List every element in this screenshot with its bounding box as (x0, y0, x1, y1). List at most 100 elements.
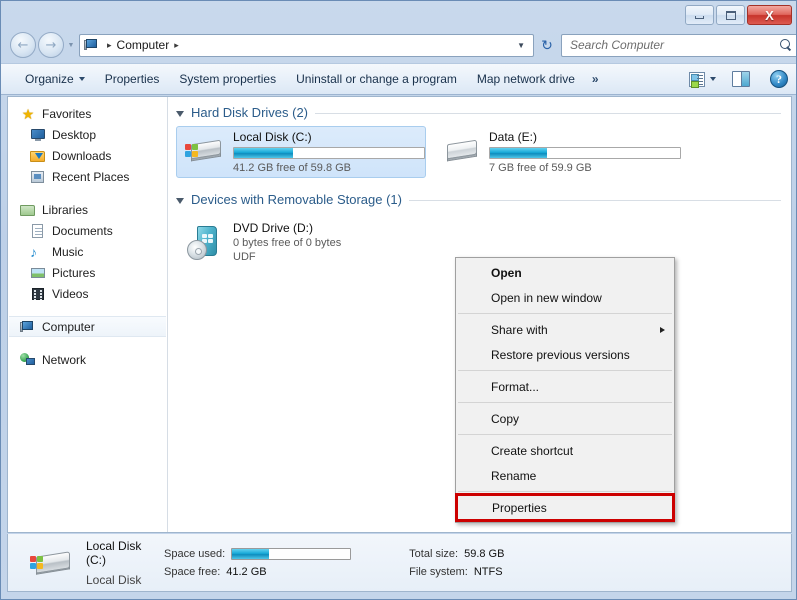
context-menu-item-restore-previous-versions[interactable]: Restore previous versions (456, 342, 674, 367)
map-network-drive-button[interactable]: Map network drive (467, 67, 585, 91)
context-menu-item-create-shortcut[interactable]: Create shortcut (456, 438, 674, 463)
breadcrumb-separator-icon-2[interactable]: ▸ (174, 40, 179, 51)
hard-drive-icon (183, 132, 225, 172)
dvd-filesystem: UDF (233, 251, 419, 263)
star-icon: ★ (20, 106, 36, 122)
details-file-system-value: NTFS (474, 566, 503, 578)
drive-tile-local-disk-c[interactable]: Local Disk (C:) 41.2 GB free of 59.8 GB (176, 126, 426, 178)
address-bar[interactable]: ▸ Computer ▸ ▼ (79, 34, 534, 57)
context-menu[interactable]: Open Open in new window Share with Resto… (455, 257, 675, 523)
back-arrow-icon: ← (18, 39, 29, 52)
sidebar-item-recent-places[interactable]: Recent Places (8, 166, 167, 187)
hard-drive-icon (439, 132, 481, 172)
drive-free-text-c: 41.2 GB free of 59.8 GB (233, 162, 419, 174)
sidebar-item-network[interactable]: Network (8, 349, 167, 370)
address-dropdown-icon[interactable]: ▼ (517, 41, 525, 50)
details-total-size-row: Total size: 59.8 GB (409, 548, 504, 560)
context-menu-item-rename[interactable]: Rename (456, 463, 674, 488)
details-name-column: Local Disk (C:) Local Disk (86, 539, 156, 587)
refresh-button[interactable]: ↻ (535, 34, 559, 57)
group-divider (409, 200, 781, 201)
details-total-size-label: Total size: (409, 548, 458, 560)
uninstall-program-button[interactable]: Uninstall or change a program (286, 67, 467, 91)
details-capacity-fill (232, 549, 269, 559)
context-menu-item-open[interactable]: Open (456, 260, 674, 285)
properties-button[interactable]: Properties (95, 67, 170, 91)
drive-tile-data-e[interactable]: Data (E:) 7 GB free of 59.9 GB (432, 126, 682, 178)
context-menu-separator (458, 402, 672, 403)
sidebar-item-videos[interactable]: Videos (8, 283, 167, 304)
sidebar-item-favorites[interactable]: ★ Favorites (8, 103, 167, 124)
context-menu-label-open-in-new-window: Open in new window (491, 291, 602, 305)
sidebar-item-pictures[interactable]: Pictures (8, 262, 167, 283)
breadcrumb-computer[interactable]: Computer (117, 38, 170, 52)
maximize-button[interactable] (716, 5, 745, 25)
context-menu-label-rename: Rename (491, 469, 536, 483)
drive-tile-dvd-d[interactable]: DVD Drive (D:) 0 bytes free of 0 bytes U… (176, 213, 426, 271)
recent-pages-button[interactable]: ▼ (64, 32, 78, 58)
minimize-icon (695, 16, 704, 19)
sidebar-label-computer: Computer (42, 320, 95, 334)
details-columns: Local Disk (C:) Local Disk Space used: S… (86, 539, 504, 587)
drive-name-c: Local Disk (C:) (233, 130, 419, 144)
context-menu-item-copy[interactable]: Copy (456, 406, 674, 431)
group-divider (315, 113, 781, 114)
sidebar-gap-1 (8, 187, 167, 199)
sidebar-item-desktop[interactable]: Desktop (8, 124, 167, 145)
details-drive-name: Local Disk (C:) (86, 539, 156, 567)
dvd-name: DVD Drive (D:) (233, 221, 419, 235)
sidebar-item-computer[interactable]: Computer (9, 316, 166, 337)
file-list-pane[interactable]: Hard Disk Drives (2) Local Disk (C:) (168, 97, 791, 532)
sidebar-item-documents[interactable]: Documents (8, 220, 167, 241)
context-menu-item-properties[interactable]: Properties (457, 495, 673, 520)
videos-icon (30, 286, 46, 302)
map-network-drive-label: Map network drive (477, 72, 575, 86)
preview-pane-button[interactable] (722, 67, 760, 91)
explorer-window: X ← → ▼ ▸ Computer ▸ ▼ ↻ Search Comp (0, 0, 797, 600)
context-menu-label-share-with: Share with (491, 323, 548, 337)
help-icon: ? (770, 70, 788, 88)
organize-button[interactable]: Organize (15, 67, 95, 91)
close-button[interactable]: X (747, 5, 792, 25)
sidebar-item-libraries[interactable]: Libraries (8, 199, 167, 220)
details-space-used-label: Space used: (164, 548, 225, 560)
system-properties-button[interactable]: System properties (169, 67, 286, 91)
collapse-triangle-icon[interactable] (176, 111, 184, 117)
details-space-column: Space used: Space free: 41.2 GB (164, 548, 351, 578)
context-menu-item-format[interactable]: Format... (456, 374, 674, 399)
dvd-free-text: 0 bytes free of 0 bytes (233, 237, 419, 249)
sidebar-item-music[interactable]: ♪ Music (8, 241, 167, 262)
toolbar-overflow-button[interactable]: » (585, 72, 606, 86)
sidebar-label-downloads: Downloads (52, 149, 111, 163)
sidebar-label-videos: Videos (52, 287, 88, 301)
drive-capacity-fill-e (490, 148, 547, 158)
dvd-tile-text: DVD Drive (D:) 0 bytes free of 0 bytes U… (233, 221, 419, 263)
back-button[interactable]: ← (10, 32, 36, 58)
help-button[interactable]: ? (760, 67, 797, 91)
forward-button[interactable]: → (38, 32, 64, 58)
group-header-removable-storage[interactable]: Devices with Removable Storage (1) (168, 178, 791, 207)
search-input[interactable]: Search Computer (570, 38, 780, 52)
downloads-icon (30, 148, 46, 164)
search-box[interactable]: Search Computer (561, 34, 797, 57)
context-menu-label-properties: Properties (492, 501, 547, 515)
computer-icon (20, 319, 36, 335)
context-menu-item-open-in-new-window[interactable]: Open in new window (456, 285, 674, 310)
double-chevron-icon: » (592, 72, 599, 86)
organize-label: Organize (25, 72, 74, 86)
documents-icon (30, 223, 46, 239)
preview-pane-icon (732, 71, 750, 87)
drive-name-e: Data (E:) (489, 130, 675, 144)
navigation-bar: ← → ▼ ▸ Computer ▸ ▼ ↻ Search Computer (1, 29, 797, 61)
drive-capacity-bar-e (489, 147, 681, 159)
context-menu-item-share-with[interactable]: Share with (456, 317, 674, 342)
drive-capacity-bar-c (233, 147, 425, 159)
command-toolbar: Organize Properties System properties Un… (1, 63, 797, 95)
change-view-button[interactable] (683, 67, 722, 91)
group-header-hard-disk-drives[interactable]: Hard Disk Drives (2) (168, 97, 791, 120)
collapse-triangle-icon[interactable] (176, 198, 184, 204)
minimize-button[interactable] (685, 5, 714, 25)
details-space-free-label: Space free: (164, 566, 220, 578)
context-menu-separator (458, 313, 672, 314)
sidebar-item-downloads[interactable]: Downloads (8, 145, 167, 166)
